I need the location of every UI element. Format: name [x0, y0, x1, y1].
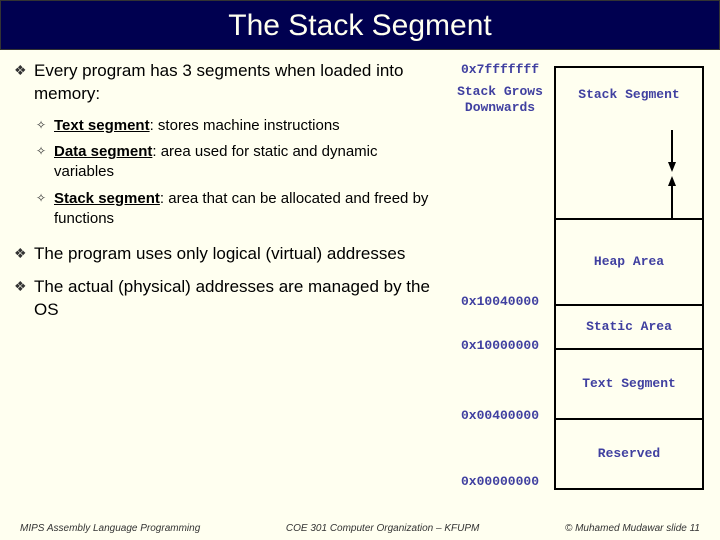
stack-grows-label: Stack Grows Downwards	[448, 84, 552, 115]
label-stack-segment: Stack segment	[54, 190, 160, 207]
memory-box: Stack Segment Heap Area Static Area Text…	[554, 66, 704, 490]
footer-left: MIPS Assembly Language Programming	[20, 523, 200, 534]
seg-heap: Heap Area	[556, 218, 702, 304]
bullet-data-segment: Data segment: area used for static and d…	[36, 142, 438, 183]
addr-text-top: 0x00400000	[448, 408, 552, 423]
bullet-physical-addr: The actual (physical) addresses are mana…	[14, 276, 438, 322]
text-column: Every program has 3 segments when loaded…	[14, 60, 438, 332]
content-area: Every program has 3 segments when loaded…	[0, 50, 720, 332]
footer-center: COE 301 Computer Organization – KFUPM	[286, 523, 479, 534]
bullet-logical-addr: The program uses only logical (virtual) …	[14, 243, 438, 266]
seg-text: Text Segment	[556, 348, 702, 418]
stack-arrow-down-icon	[668, 162, 676, 172]
bullet-segments-intro: Every program has 3 segments when loaded…	[14, 60, 438, 106]
bullet-text-segment: Text segment: stores machine instruction…	[36, 116, 438, 136]
addr-heap-top: 0x10040000	[448, 294, 552, 309]
memory-diagram: 0x7fffffff Stack Grows Downwards 0x10040…	[448, 60, 706, 332]
addr-top: 0x7fffffff	[448, 62, 552, 77]
slide-title: The Stack Segment	[0, 0, 720, 50]
addr-static-top: 0x10000000	[448, 338, 552, 353]
slide-footer: MIPS Assembly Language Programming COE 3…	[0, 523, 720, 534]
heap-arrow-up-icon	[668, 176, 676, 186]
seg-stack: Stack Segment	[556, 68, 702, 122]
addr-bottom: 0x00000000	[448, 474, 552, 489]
seg-static: Static Area	[556, 304, 702, 348]
label-text-segment: Text segment	[54, 117, 150, 134]
bullet-stack-segment: Stack segment: area that can be allocate…	[36, 189, 438, 230]
label-data-segment: Data segment	[54, 143, 152, 160]
seg-reserved: Reserved	[556, 418, 702, 488]
footer-right: © Muhamed Mudawar slide 11	[565, 523, 700, 534]
